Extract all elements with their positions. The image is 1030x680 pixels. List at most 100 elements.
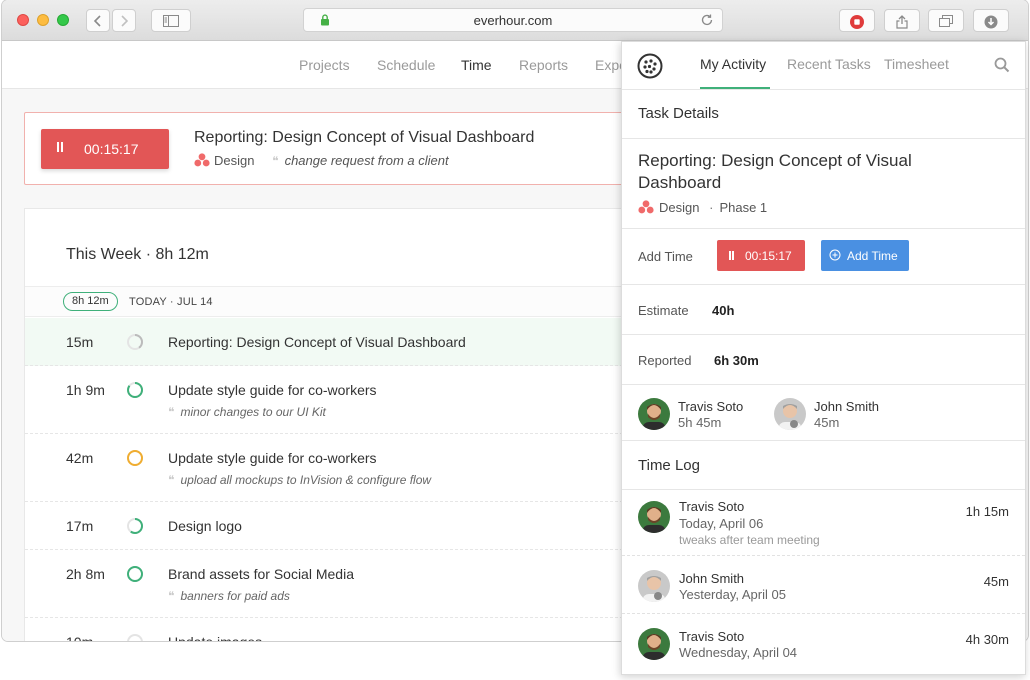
- address-bar[interactable]: everhour.com: [303, 8, 723, 32]
- sidebar-toggle-button[interactable]: [151, 9, 191, 32]
- entry-row[interactable]: 2h 8m Brand assets for Social Media ❝ banne…: [25, 550, 643, 618]
- close-window-button[interactable]: [17, 14, 29, 26]
- entry-duration: 17m: [66, 518, 94, 534]
- user-name: Travis Soto: [678, 399, 744, 414]
- tabs-button[interactable]: [928, 9, 964, 32]
- entry-duration: 1h 9m: [66, 382, 105, 398]
- entry-task-name[interactable]: Brand assets for Social Media: [168, 566, 354, 582]
- timer-project: Design: [214, 153, 255, 168]
- entry-row[interactable]: 10m Update images: [25, 618, 643, 641]
- nav-schedule[interactable]: Schedule: [377, 57, 435, 73]
- add-time-button[interactable]: Add Time: [821, 240, 909, 271]
- divider: [622, 613, 1025, 614]
- progress-ring-icon: [127, 382, 143, 398]
- running-timer-card: 00:15:17 Reporting: Design Concept of Vi…: [24, 112, 644, 185]
- entry-task-name[interactable]: Update images: [168, 634, 262, 641]
- add-time-button-label: Add Time: [847, 249, 898, 263]
- forward-button[interactable]: [112, 9, 136, 32]
- asana-icon: [194, 153, 210, 167]
- timer-task-title[interactable]: Reporting: Design Concept of Visual Dash…: [194, 129, 534, 147]
- log-date: Wednesday, April 04: [679, 645, 798, 660]
- progress-ring-icon: [127, 450, 143, 466]
- tab-my-activity[interactable]: My Activity: [700, 56, 766, 72]
- tabs-icon: [939, 15, 953, 27]
- maximize-window-button[interactable]: [57, 14, 69, 26]
- entry-row[interactable]: 1h 9m Update style guide for co-workers ❝ m…: [25, 366, 643, 434]
- log-duration[interactable]: 1h 15m: [966, 504, 1009, 519]
- week-title: This Week · 8h 12m: [66, 246, 209, 263]
- divider: [622, 228, 1025, 229]
- nav-projects[interactable]: Projects: [299, 57, 350, 73]
- minimize-window-button[interactable]: [37, 14, 49, 26]
- sidebar-icon: [163, 15, 179, 27]
- stop-timer-icon: [850, 15, 864, 29]
- log-user-name: Travis Soto: [679, 499, 745, 514]
- entry-duration: 2h 8m: [66, 566, 105, 582]
- log-date: Today, April 06: [679, 516, 764, 531]
- entry-note-text: minor changes to our UI Kit: [180, 405, 326, 419]
- entry-task-name[interactable]: Design logo: [168, 518, 242, 534]
- everhour-popup: My Activity Recent Tasks Timesheet Task …: [621, 41, 1026, 675]
- entry-note: ❝ upload all mockups to InVision & config…: [168, 473, 431, 487]
- add-time-label: Add Time: [638, 249, 693, 264]
- progress-ring-icon: [127, 518, 143, 534]
- entry-task-name[interactable]: Update style guide for co-workers: [168, 382, 377, 398]
- reported-value: 6h 30m: [714, 353, 759, 368]
- user-name: John Smith: [814, 399, 880, 414]
- log-note: tweaks after team meeting: [679, 533, 820, 547]
- timer-value: 00:15:17: [84, 141, 139, 157]
- log-user-name: Travis Soto: [679, 629, 745, 644]
- day-total-badge: 8h 12m: [63, 292, 118, 311]
- nav-time[interactable]: Time: [461, 57, 492, 73]
- popup-task-phase: Phase 1: [719, 200, 768, 215]
- avatar-travis-soto: [638, 501, 670, 533]
- user-photo-icon: [638, 570, 670, 602]
- tab-timesheet[interactable]: Timesheet: [884, 56, 949, 72]
- user-time: 45m: [814, 415, 840, 430]
- entry-note: ❝ banners for paid ads: [168, 589, 290, 603]
- pause-icon: [57, 142, 63, 152]
- user-photo-icon: [638, 628, 670, 660]
- quote-icon: ❝: [168, 589, 175, 603]
- popup-pause-timer-button[interactable]: 00:15:17: [717, 240, 805, 271]
- entry-task-name[interactable]: Reporting: Design Concept of Visual Dash…: [168, 334, 466, 350]
- week-entries-card: This Week · 8h 12m 8h 12m TODAY · JUL 14…: [24, 208, 644, 641]
- divider: [622, 334, 1025, 335]
- reload-icon[interactable]: [700, 13, 714, 27]
- task-details-header: Task Details: [622, 90, 1025, 139]
- nav-reports[interactable]: Reports: [519, 57, 568, 73]
- downloads-button[interactable]: [973, 9, 1009, 32]
- pause-timer-button[interactable]: 00:15:17: [41, 129, 169, 169]
- user-time: 5h 45m: [678, 415, 722, 430]
- entry-note-text: upload all mockups to InVision & configu…: [180, 473, 432, 487]
- progress-ring-icon: [127, 634, 143, 641]
- log-date: Yesterday, April 05: [679, 587, 786, 602]
- log-duration[interactable]: 4h 30m: [966, 632, 1009, 647]
- day-label: TODAY · JUL 14: [129, 296, 213, 308]
- share-button[interactable]: [884, 9, 920, 32]
- meta-separator: ·: [709, 200, 714, 215]
- download-icon: [984, 15, 998, 29]
- tab-recent-tasks[interactable]: Recent Tasks: [787, 56, 871, 72]
- search-icon[interactable]: [994, 57, 1010, 73]
- log-duration[interactable]: 45m: [984, 574, 1009, 589]
- estimate-value[interactable]: 40h: [712, 303, 734, 318]
- everhour-extension-button[interactable]: [839, 9, 875, 32]
- user-photo-icon: [638, 501, 670, 533]
- avatar-john-smith: [638, 570, 670, 602]
- entry-task-name[interactable]: Update style guide for co-workers: [168, 450, 377, 466]
- share-icon: [896, 15, 908, 29]
- divider: [622, 384, 1025, 385]
- entry-row[interactable]: 17m Design logo: [25, 502, 643, 550]
- entry-note: ❝ minor changes to our UI Kit: [168, 405, 326, 419]
- entry-duration: 42m: [66, 450, 94, 466]
- timer-task-meta: Design ❝ change request from a client: [194, 153, 449, 168]
- entry-row[interactable]: 42m Update style guide for co-workers ❝ upl…: [25, 434, 643, 502]
- reported-label: Reported: [638, 353, 692, 368]
- log-user-name: John Smith: [679, 571, 745, 586]
- popup-task-project: Design: [659, 200, 700, 215]
- entry-note-text: banners for paid ads: [180, 589, 290, 603]
- avatar-john-smith: [774, 398, 806, 430]
- back-button[interactable]: [86, 9, 110, 32]
- entry-row[interactable]: 15m Reporting: Design Concept of Visual D…: [25, 318, 643, 366]
